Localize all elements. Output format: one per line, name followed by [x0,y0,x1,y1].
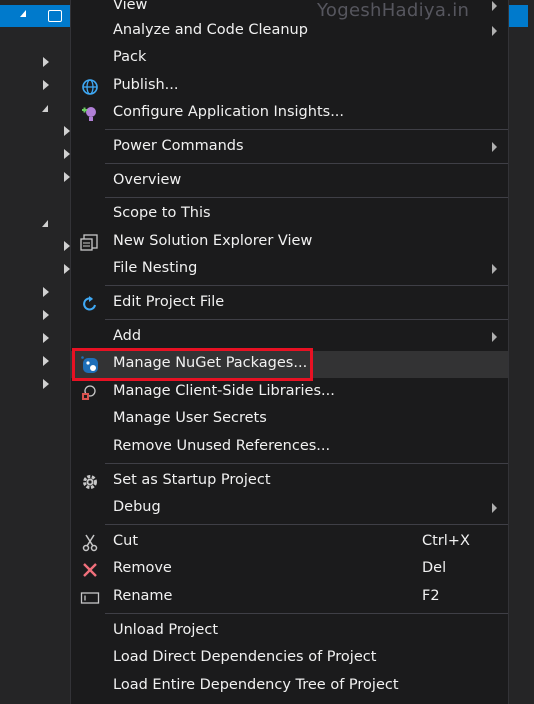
menu-item-shortcut: Ctrl+X [422,533,470,549]
menu-item-label: Overview [113,172,182,188]
menu-item-label: Edit Project File [113,294,225,310]
menu-item-manage-client-side-libraries[interactable]: Manage Client-Side Libraries... [71,379,508,406]
menu-item-label: Unload Project [113,622,219,638]
menu-item-label: File Nesting [113,260,198,276]
menu-item-label: Load Direct Dependencies of Project [113,649,377,665]
tree-expand-arrow-icon[interactable] [43,379,49,389]
menu-item-label: Configure Application Insights... [113,104,345,120]
menu-item-load-entire-dependency-tree[interactable]: Load Entire Dependency Tree of Project [71,673,508,700]
globe-icon [80,77,100,97]
highlight-annotation-box [72,348,313,381]
menu-item-manage-user-secrets[interactable]: Manage User Secrets [71,406,508,433]
submenu-arrow-icon [492,503,497,513]
menu-item-label: View [113,0,148,13]
submenu-arrow-icon [492,264,497,274]
menu-item-label: Rename [113,588,173,604]
menu-item-pack[interactable]: Pack [71,45,508,72]
tree-expand-arrow-icon[interactable] [43,57,49,67]
menu-separator [105,129,508,130]
menu-item-set-as-startup-project[interactable]: Set as Startup Project [71,468,508,495]
scissors-icon [80,533,100,553]
menu-item-label: Debug [113,499,161,515]
menu-item-load-direct-dependencies[interactable]: Load Direct Dependencies of Project [71,645,508,672]
menu-item-label: Load Entire Dependency Tree of Project [113,677,399,693]
menu-item-shortcut: F2 [422,588,440,604]
menu-item-label: Publish... [113,77,179,93]
menu-item-analyze-and-code-cleanup[interactable]: Analyze and Code Cleanup [71,18,508,45]
client-side-libraries-icon [80,383,100,403]
menu-item-overview[interactable]: Overview [71,168,508,195]
menu-item-new-solution-explorer-view[interactable]: New Solution Explorer View [71,229,508,256]
menu-item-edit-project-file[interactable]: Edit Project File [71,290,508,317]
expand-arrow-icon[interactable] [20,10,26,17]
menu-item-add[interactable]: Add [71,324,508,351]
tree-expand-arrow-icon[interactable] [43,80,49,90]
menu-item-rename[interactable]: Rename F2 [71,584,508,611]
tree-collapse-arrow-icon[interactable] [42,105,48,112]
tree-expand-arrow-icon[interactable] [43,287,49,297]
submenu-arrow-icon [492,1,497,11]
tree-collapse-arrow-icon[interactable] [42,220,48,227]
menu-item-publish[interactable]: Publish... [71,73,508,100]
watermark-text: YogeshHadiya.in [317,0,470,21]
menu-separator [105,613,508,614]
menu-item-label: Manage Client-Side Libraries... [113,383,335,399]
close-icon [80,560,100,580]
submenu-arrow-icon [492,142,497,152]
menu-item-label: New Solution Explorer View [113,233,313,249]
menu-separator [105,319,508,320]
menu-item-label: Remove Unused References... [113,438,331,454]
menu-item-cut[interactable]: Cut Ctrl+X [71,529,508,556]
menu-item-label: Remove [113,560,172,576]
menu-separator [105,524,508,525]
menu-item-label: Analyze and Code Cleanup [113,22,308,38]
project-icon [48,10,62,22]
menu-item-label: Scope to This [113,205,211,221]
solution-explorer-right-edge [509,0,534,704]
gear-icon [80,472,100,492]
application-insights-icon [80,104,100,124]
menu-separator [105,463,508,464]
selected-row-right-edge [509,5,528,27]
menu-item-label: Pack [113,49,147,65]
edit-project-file-icon [80,294,100,314]
menu-item-unload-project[interactable]: Unload Project [71,618,508,645]
menu-item-file-nesting[interactable]: File Nesting [71,256,508,283]
submenu-arrow-icon [492,26,497,36]
menu-item-label: Power Commands [113,138,244,154]
menu-item-label: Cut [113,533,138,549]
menu-item-label: Set as Startup Project [113,472,271,488]
menu-item-debug[interactable]: Debug [71,495,508,522]
menu-item-shortcut: Del [422,560,447,576]
menu-item-remove-unused-references[interactable]: Remove Unused References... [71,434,508,461]
menu-item-label: Manage User Secrets [113,410,267,426]
menu-item-power-commands[interactable]: Power Commands [71,134,508,161]
menu-separator [105,163,508,164]
selected-project-node[interactable] [0,5,70,27]
rename-icon [80,588,100,608]
menu-separator [105,285,508,286]
solution-explorer-tree [0,0,70,704]
tree-expand-arrow-icon[interactable] [43,310,49,320]
new-solution-explorer-view-icon [80,233,100,253]
menu-item-label: Add [113,328,142,344]
menu-separator [105,197,508,198]
menu-item-scope-to-this[interactable]: Scope to This [71,201,508,228]
tree-expand-arrow-icon[interactable] [43,356,49,366]
menu-item-configure-application-insights[interactable]: Configure Application Insights... [71,100,508,127]
menu-item-remove[interactable]: Remove Del [71,556,508,583]
submenu-arrow-icon [492,332,497,342]
tree-expand-arrow-icon[interactable] [43,333,49,343]
